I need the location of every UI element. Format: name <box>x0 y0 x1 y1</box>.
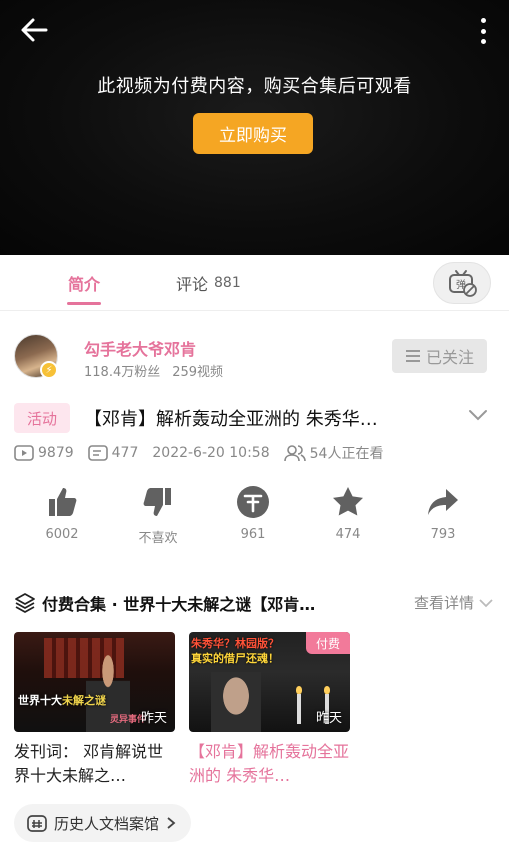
favorite-button[interactable]: 474 <box>308 485 388 542</box>
dislike-button[interactable]: 不喜欢 <box>118 485 198 546</box>
play-count: 9879 <box>14 445 74 461</box>
video-title: 【邓肯】解析轰动全亚洲的 朱秀华… <box>84 409 378 430</box>
play-count-icon <box>14 445 34 461</box>
thumbnail-caption: 世界十大未解之谜 <box>18 692 106 708</box>
episode-title: 发刊词： 邓肯解说世界十大未解之… <box>14 742 164 785</box>
paid-content-notice: 此视频为付费内容，购买合集后可观看 <box>97 76 412 97</box>
chevron-down-icon <box>479 598 493 607</box>
like-button[interactable]: 6002 <box>22 485 102 542</box>
thumbnail-caption-highlight: 未解之谜 <box>62 694 106 707</box>
watching-now: 54人正在看 <box>283 443 384 463</box>
comments-count: 881 <box>214 275 241 291</box>
hashtag-tv-icon <box>27 815 47 832</box>
paid-collection-header[interactable]: 付费合集 · 世界十大未解之谜【邓肯… 查看详情 <box>14 590 494 616</box>
danmaku-count: 477 <box>87 445 139 461</box>
uploader-name[interactable]: 勾手老大爷邓肯 <box>84 336 196 360</box>
activity-tag[interactable]: 活动 <box>14 403 70 433</box>
dislike-label: 不喜欢 <box>138 531 178 546</box>
followed-button[interactable]: 已关注 <box>392 339 487 373</box>
channel-tag-label: 历史人文档案馆 <box>54 814 160 833</box>
danmaku-count-value: 477 <box>111 445 139 461</box>
star-icon <box>333 487 363 516</box>
collection-title: 付费合集 · 世界十大未解之谜【邓肯… <box>42 595 316 614</box>
tab-intro[interactable]: 简介 <box>67 255 102 311</box>
dislike-icon <box>143 488 171 516</box>
like-count: 6002 <box>45 527 79 542</box>
layers-icon <box>15 593 35 613</box>
thumbnail-banner-line-1: 朱秀华？林园版？ <box>191 637 279 650</box>
tab-comments-label: 评论 <box>176 275 209 294</box>
thumbnail-banner-line-2: 真实的借尸还魂！ <box>191 652 279 665</box>
episode-thumbnail: 世界十大未解之谜 灵异事件 昨天 <box>14 632 175 732</box>
share-icon <box>428 489 458 515</box>
coin-count: 961 <box>240 527 266 542</box>
share-button[interactable]: 793 <box>403 485 483 542</box>
publish-date-value: 2022-6-20 10:58 <box>152 445 270 461</box>
video-title-row: 活动 【邓肯】解析轰动全亚洲的 朱秀华… <box>14 401 494 435</box>
video-count: 259视频 <box>172 365 224 380</box>
detail-tabs: 简介 评论 881 弹 <box>0 255 509 311</box>
view-details-label: 查看详情 <box>413 594 474 612</box>
danmaku-off-icon: 弹 <box>449 270 477 297</box>
buy-now-button[interactable]: 立即购买 <box>193 113 313 154</box>
uploader-section: ⚡ 勾手老大爷邓肯 118.4万粉丝 259视频 已关注 <box>0 320 509 390</box>
uploader-stats: 118.4万粉丝 259视频 <box>84 361 223 380</box>
play-count-value: 9879 <box>38 445 74 461</box>
tab-intro-label: 简介 <box>68 275 101 294</box>
video-meta: 9879 477 2022-6-20 10:58 54人正在看 <box>14 442 397 464</box>
watching-now-value: 54人正在看 <box>309 446 384 462</box>
verified-lightning-icon: ⚡ <box>40 361 58 379</box>
share-count: 793 <box>430 527 456 542</box>
action-bar: 6002 不喜欢 961 474 793 <box>0 485 509 553</box>
episode-thumbnail: 朱秀华？林园版？ 真实的借尸还魂！ 付费 昨天 <box>189 632 350 732</box>
more-options-icon[interactable] <box>473 16 493 46</box>
episode-date: 昨天 <box>315 711 342 726</box>
collection-episode-list: 世界十大未解之谜 灵异事件 昨天 发刊词： 邓肯解说世界十大未解之… 朱秀华？林… <box>14 632 494 792</box>
channel-tag-chip[interactable]: 历史人文档案馆 <box>14 804 192 842</box>
active-tab-indicator <box>67 302 102 305</box>
menu-lines-icon <box>405 350 420 362</box>
favorite-count: 474 <box>335 527 361 542</box>
chevron-down-icon[interactable] <box>466 403 490 427</box>
episode-card-current[interactable]: 朱秀华？林园版？ 真实的借尸还魂！ 付费 昨天 【邓肯】解析轰动全亚洲的 朱秀华… <box>189 632 350 788</box>
video-player[interactable]: 此视频为付费内容，购买合集后可观看 立即购买 <box>0 0 509 255</box>
episode-card[interactable]: 世界十大未解之谜 灵异事件 昨天 发刊词： 邓肯解说世界十大未解之… <box>14 632 175 788</box>
episode-title: 【邓肯】解析轰动全亚洲的 朱秀华… <box>189 742 350 785</box>
thumbnail-banner: 朱秀华？林园版？ 真实的借尸还魂！ <box>191 636 301 666</box>
chevron-right-icon <box>167 817 176 829</box>
danmaku-toggle-button[interactable]: 弹 <box>433 262 491 304</box>
view-details-link[interactable]: 查看详情 <box>414 592 494 613</box>
back-arrow-icon[interactable] <box>18 14 54 46</box>
publish-date: 2022-6-20 10:58 <box>152 445 269 461</box>
danmaku-count-icon <box>87 445 108 461</box>
coin-button[interactable]: 961 <box>213 485 293 542</box>
paid-badge: 付费 <box>306 632 350 654</box>
like-icon <box>49 488 77 516</box>
episode-date: 昨天 <box>140 711 167 726</box>
fans-count: 118.4万粉丝 <box>84 365 161 380</box>
coin-icon <box>237 486 269 518</box>
people-icon <box>283 445 306 462</box>
tab-comments[interactable]: 评论 881 <box>176 255 241 311</box>
followed-label: 已关注 <box>425 348 474 367</box>
thumbnail-caption-prefix: 世界十大 <box>18 694 62 707</box>
